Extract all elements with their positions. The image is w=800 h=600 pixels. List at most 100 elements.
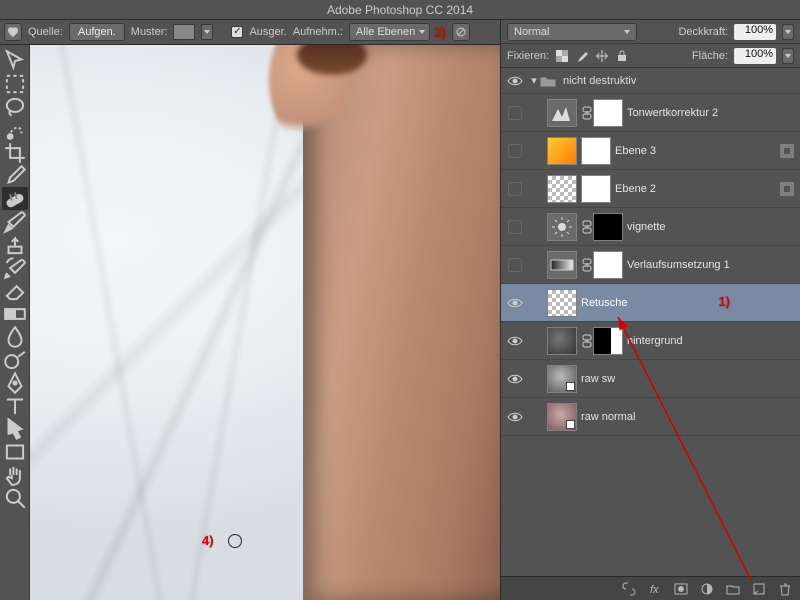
type-tool-icon[interactable] — [2, 394, 28, 417]
lock-transparent-icon[interactable] — [555, 49, 569, 63]
layer-row[interactable]: Ebene 3 — [501, 132, 800, 170]
lasso-tool-icon[interactable] — [2, 95, 28, 118]
annotation-4: 4) — [202, 533, 214, 548]
dodge-tool-icon[interactable] — [2, 348, 28, 371]
layer-mask-thumb[interactable] — [593, 327, 623, 355]
app-titlebar: Adobe Photoshop CC 2014 — [0, 0, 800, 20]
visibility-icon[interactable] — [501, 335, 529, 347]
fill-scrub-icon[interactable] — [782, 48, 794, 64]
layer-row[interactable]: vignette — [501, 208, 800, 246]
healing-brush-tool-icon[interactable] — [2, 187, 28, 210]
layer-name[interactable]: Retusche — [581, 297, 627, 309]
visibility-icon[interactable] — [508, 144, 522, 158]
layer-style-icon[interactable]: fx — [648, 582, 662, 596]
layer-mask-thumb[interactable] — [593, 213, 623, 241]
lock-all-icon[interactable] — [615, 49, 629, 63]
lock-pixels-icon[interactable] — [575, 49, 589, 63]
marquee-tool-icon[interactable] — [2, 72, 28, 95]
gradient-map-icon — [547, 251, 577, 279]
sample-dropdown[interactable]: Alle Ebenen — [349, 23, 430, 41]
layer-mask-thumb[interactable] — [581, 137, 611, 165]
opacity-field[interactable]: 100% — [734, 24, 776, 40]
visibility-icon[interactable] — [501, 411, 529, 423]
layer-row[interactable]: hintergrund — [501, 322, 800, 360]
path-select-tool-icon[interactable] — [2, 417, 28, 440]
pen-tool-icon[interactable] — [2, 371, 28, 394]
svg-text:fx: fx — [650, 584, 659, 596]
layer-mask-icon[interactable] — [674, 582, 688, 596]
delete-layer-icon[interactable] — [778, 582, 792, 596]
move-tool-icon[interactable] — [2, 49, 28, 72]
visibility-icon[interactable] — [508, 258, 522, 272]
gradient-tool-icon[interactable] — [2, 302, 28, 325]
layer-name[interactable]: Verlaufsumsetzung 1 — [627, 259, 730, 271]
layer-thumb[interactable] — [547, 327, 577, 355]
layer-name[interactable]: vignette — [627, 221, 666, 233]
aligned-checkbox[interactable] — [231, 26, 243, 38]
brush-tool-icon[interactable] — [2, 210, 28, 233]
eraser-tool-icon[interactable] — [2, 279, 28, 302]
clone-stamp-tool-icon[interactable] — [2, 233, 28, 256]
blend-mode-dropdown[interactable]: Normal — [507, 23, 637, 41]
visibility-icon[interactable] — [501, 75, 529, 87]
layers-bottom-bar: fx — [501, 576, 800, 600]
new-layer-icon[interactable] — [752, 582, 766, 596]
layer-name[interactable]: Ebene 3 — [615, 145, 656, 157]
lock-position-icon[interactable] — [595, 49, 609, 63]
layer-name[interactable]: raw sw — [581, 373, 615, 385]
layer-name[interactable]: Tonwertkorrektur 2 — [627, 107, 718, 119]
layer-thumb[interactable] — [547, 403, 577, 431]
layer-mask-thumb[interactable] — [593, 99, 623, 127]
tool-preset-icon[interactable] — [4, 23, 22, 41]
layer-name[interactable]: Ebene 2 — [615, 183, 656, 195]
eyedropper-tool-icon[interactable] — [2, 164, 28, 187]
pattern-menu-icon[interactable] — [201, 24, 213, 40]
history-brush-tool-icon[interactable] — [2, 256, 28, 279]
crop-tool-icon[interactable] — [2, 141, 28, 164]
layer-thumb[interactable] — [547, 289, 577, 317]
layer-row[interactable]: raw normal — [501, 398, 800, 436]
layer-row[interactable]: Ebene 2 — [501, 170, 800, 208]
hand-tool-icon[interactable] — [2, 463, 28, 486]
layer-row[interactable]: Tonwertkorrektur 2 — [501, 94, 800, 132]
layer-row[interactable]: Retusche 1) — [501, 284, 800, 322]
document-canvas[interactable]: 4) — [30, 45, 500, 600]
layer-thumb[interactable] — [547, 137, 577, 165]
layer-mask-thumb[interactable] — [593, 251, 623, 279]
disclosure-icon[interactable]: ▾ — [529, 74, 539, 87]
ignore-adjustment-icon[interactable] — [452, 23, 470, 41]
layer-thumb[interactable] — [547, 365, 577, 393]
fill-label: Fläche: — [692, 50, 728, 62]
sample-label: Aufnehm.: — [293, 26, 343, 38]
visibility-icon[interactable] — [508, 182, 522, 196]
layer-name[interactable]: raw normal — [581, 411, 635, 423]
visibility-icon[interactable] — [508, 220, 522, 234]
adjustment-layer-icon[interactable] — [700, 582, 714, 596]
shape-tool-icon[interactable] — [2, 440, 28, 463]
link-icon[interactable] — [581, 106, 593, 120]
fill-field[interactable]: 100% — [734, 48, 776, 64]
pattern-swatch[interactable] — [173, 24, 195, 40]
visibility-icon[interactable] — [501, 297, 529, 309]
pattern-label: Muster: — [131, 26, 168, 38]
link-icon[interactable] — [581, 220, 593, 234]
layer-group-row[interactable]: ▾ nicht destruktiv — [501, 68, 800, 94]
new-group-icon[interactable] — [726, 582, 740, 596]
quick-select-tool-icon[interactable] — [2, 118, 28, 141]
link-icon[interactable] — [581, 258, 593, 272]
layer-row[interactable]: raw sw — [501, 360, 800, 398]
zoom-tool-icon[interactable] — [2, 486, 28, 509]
opacity-scrub-icon[interactable] — [782, 24, 794, 40]
blur-tool-icon[interactable] — [2, 325, 28, 348]
layer-thumb[interactable] — [547, 175, 577, 203]
brightness-icon — [547, 213, 577, 241]
link-layers-icon[interactable] — [622, 582, 636, 596]
link-icon[interactable] — [581, 334, 593, 348]
visibility-icon[interactable] — [508, 106, 522, 120]
layer-row[interactable]: Verlaufsumsetzung 1 — [501, 246, 800, 284]
layer-name[interactable]: hintergrund — [627, 335, 683, 347]
visibility-icon[interactable] — [501, 373, 529, 385]
layer-mask-thumb[interactable] — [581, 175, 611, 203]
source-sampled-button[interactable]: Aufgen. — [69, 23, 125, 41]
folder-icon — [539, 74, 557, 88]
